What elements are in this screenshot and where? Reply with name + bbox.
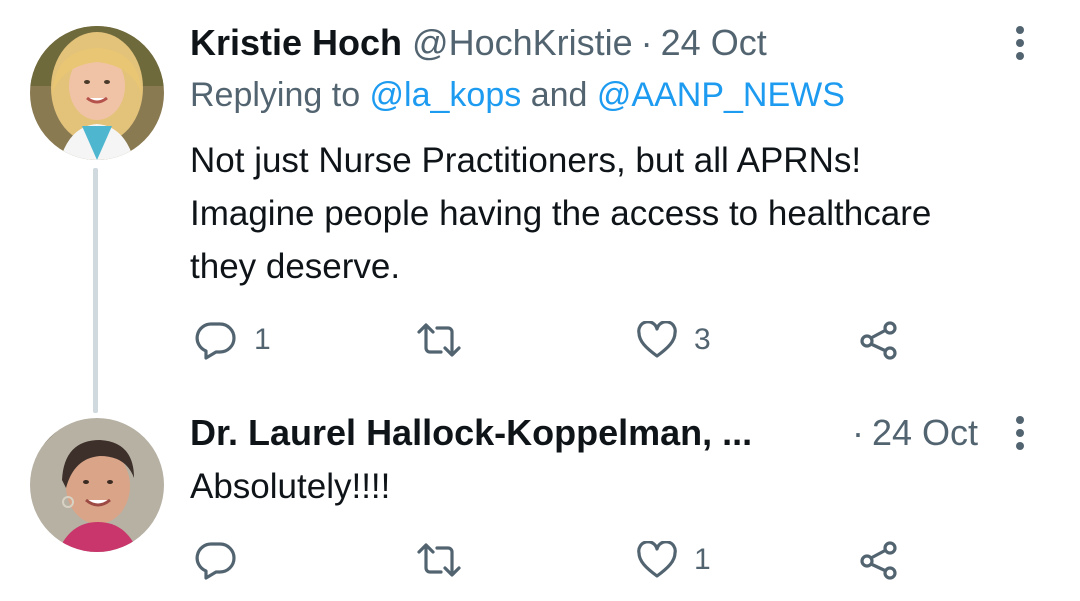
share-icon <box>860 541 897 580</box>
tweet-date[interactable]: 24 Oct <box>872 412 978 454</box>
date-group: · 24 Oct <box>844 410 978 456</box>
like-button[interactable]: 3 <box>636 318 711 362</box>
share-button[interactable] <box>858 318 900 362</box>
tweet-actions: 1 <box>190 538 910 582</box>
tweet-date[interactable]: 24 Oct <box>661 22 767 64</box>
tweet-text: Not just Nurse Practitioners, but all AP… <box>190 134 1060 293</box>
author-name[interactable]: Kristie Hoch <box>190 22 402 64</box>
reply-button[interactable] <box>194 538 254 582</box>
tweet-header: Dr. Laurel Hallock-Koppelman, ... · 24 O… <box>190 410 1040 456</box>
tweet[interactable]: Kristie Hoch @HochKristie · 24 Oct Reply… <box>0 0 1080 400</box>
author-name[interactable]: Dr. Laurel Hallock-Koppelman, ... <box>190 412 752 454</box>
mention-link[interactable]: @AANP_NEWS <box>597 76 845 114</box>
mention-link[interactable]: @la_kops <box>370 76 522 114</box>
reply-prefix: Replying to <box>190 76 370 114</box>
tweet-text-line: Imagine people having the access to heal… <box>190 194 932 233</box>
more-options-button[interactable] <box>1000 410 1040 456</box>
conversation-thread: Kristie Hoch @HochKristie · 24 Oct Reply… <box>0 0 1080 601</box>
user-avatar-blonde-icon <box>30 26 164 160</box>
heart-icon <box>637 321 677 358</box>
user-avatar-short-hair-icon <box>30 418 164 552</box>
reply-icon <box>195 542 236 580</box>
share-icon <box>860 321 897 360</box>
reply-icon <box>195 322 236 360</box>
tweet-text: Absolutely!!!! <box>190 467 391 506</box>
separator: · <box>852 412 864 453</box>
tweet-text-line: Not just Nurse Practitioners, but all AP… <box>190 141 862 180</box>
retweet-button[interactable] <box>415 318 479 362</box>
retweet-icon <box>417 543 461 577</box>
tweet-header: Kristie Hoch @HochKristie · 24 Oct <box>190 20 1040 66</box>
avatar[interactable] <box>30 418 164 552</box>
retweet-button[interactable] <box>415 538 479 582</box>
author-handle[interactable]: @HochKristie <box>412 22 633 64</box>
heart-icon <box>637 541 677 578</box>
more-vertical-icon <box>1016 416 1024 450</box>
like-count: 3 <box>694 323 711 356</box>
replying-to: Replying to @la_kops and @AANP_NEWS <box>190 76 845 115</box>
like-count: 1 <box>694 543 711 576</box>
retweet-icon <box>417 323 461 357</box>
like-button[interactable]: 1 <box>636 538 711 582</box>
reply-count: 1 <box>254 323 271 356</box>
tweet-actions: 1 3 <box>190 318 910 362</box>
tweet[interactable]: Dr. Laurel Hallock-Koppelman, ... · 24 O… <box>0 400 1080 601</box>
more-vertical-icon <box>1016 26 1024 60</box>
more-options-button[interactable] <box>1000 20 1040 66</box>
share-button[interactable] <box>858 538 900 582</box>
reply-button[interactable]: 1 <box>194 318 271 362</box>
separator: · <box>640 22 653 63</box>
reply-and: and <box>521 76 597 114</box>
avatar[interactable] <box>30 26 164 160</box>
tweet-text-line: they deserve. <box>190 247 401 286</box>
